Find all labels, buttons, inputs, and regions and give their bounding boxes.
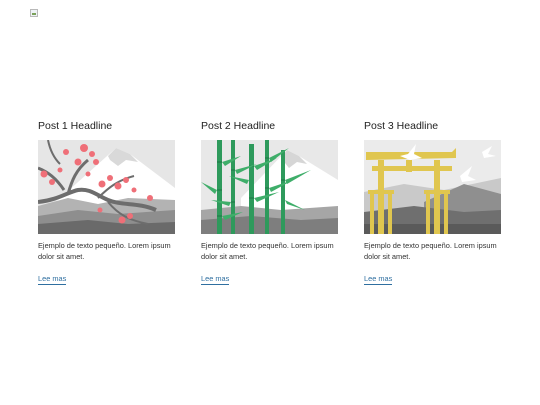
post-excerpt: Ejemplo de texto pequeño. Lorem ipsum do…	[38, 241, 171, 261]
post-excerpt: Ejemplo de texto pequeño. Lorem ipsum do…	[201, 241, 334, 261]
cherry-blossom-image[interactable]	[38, 140, 175, 234]
post-headline[interactable]: Post 1 Headline	[38, 119, 175, 133]
post-card: Post 2 Headline Ejemplo de texto pequeño…	[201, 119, 338, 286]
post-headline[interactable]: Post 3 Headline	[364, 119, 501, 133]
posts-grid: Post 1 Headline Ejemplo de texto pequeño…	[38, 119, 501, 286]
post-headline[interactable]: Post 2 Headline	[201, 119, 338, 133]
bamboo-image[interactable]	[201, 140, 338, 234]
read-more-link[interactable]: Lee mas	[201, 274, 230, 286]
read-more-link[interactable]: Lee mas	[364, 274, 393, 286]
post-excerpt: Ejemplo de texto pequeño. Lorem ipsum do…	[364, 241, 497, 261]
post-card: Post 1 Headline Ejemplo de texto pequeño…	[38, 119, 175, 286]
broken-image-icon	[30, 9, 38, 17]
post-card: Post 3 Headline Ejemplo de texto pequeño…	[364, 119, 501, 286]
read-more-link[interactable]: Lee mas	[38, 274, 67, 286]
torii-gate-image[interactable]	[364, 140, 501, 234]
